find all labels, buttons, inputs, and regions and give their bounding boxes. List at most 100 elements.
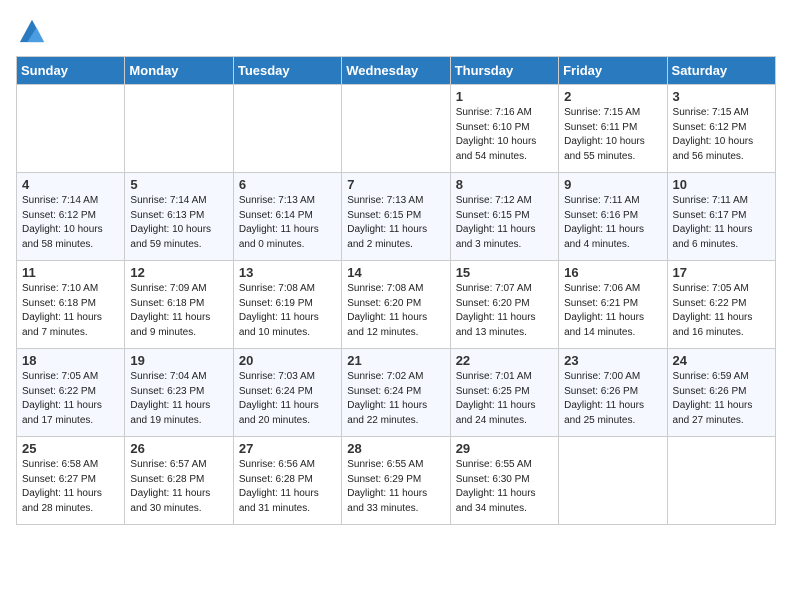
calendar-cell	[667, 437, 775, 525]
calendar-week-3: 11 Sunrise: 7:10 AMSunset: 6:18 PMDayligh…	[17, 261, 776, 349]
day-info: Sunrise: 6:58 AMSunset: 6:27 PMDaylight:…	[22, 458, 119, 516]
calendar-cell: 24 Sunrise: 6:59 AMSunset: 6:26 PMDayligh…	[667, 349, 775, 437]
calendar-table: SundayMondayTuesdayWednesdayThursdayFrid…	[16, 56, 776, 525]
day-info: Sunrise: 7:07 AMSunset: 6:20 PMDaylight:…	[456, 282, 553, 340]
day-number: 11	[22, 265, 119, 280]
calendar-cell: 10 Sunrise: 7:11 AMSunset: 6:17 PMDayligh…	[667, 173, 775, 261]
calendar-cell	[559, 437, 667, 525]
calendar-cell: 17 Sunrise: 7:05 AMSunset: 6:22 PMDayligh…	[667, 261, 775, 349]
day-info: Sunrise: 7:06 AMSunset: 6:21 PMDaylight:…	[564, 282, 661, 340]
calendar-header-sunday: Sunday	[17, 57, 125, 85]
day-info: Sunrise: 7:01 AMSunset: 6:25 PMDaylight:…	[456, 370, 553, 428]
calendar-cell: 18 Sunrise: 7:05 AMSunset: 6:22 PMDayligh…	[17, 349, 125, 437]
day-number: 5	[130, 177, 227, 192]
calendar-cell: 13 Sunrise: 7:08 AMSunset: 6:19 PMDayligh…	[233, 261, 341, 349]
day-number: 21	[347, 353, 444, 368]
calendar-week-5: 25 Sunrise: 6:58 AMSunset: 6:27 PMDayligh…	[17, 437, 776, 525]
calendar-cell: 21Sunrise: 7:02 AMSunset: 6:24 PMDayligh…	[342, 349, 450, 437]
day-info: Sunrise: 7:12 AMSunset: 6:15 PMDaylight:…	[456, 194, 553, 252]
day-number: 18	[22, 353, 119, 368]
day-info: Sunrise: 7:05 AMSunset: 6:22 PMDaylight:…	[673, 282, 770, 340]
calendar-cell: 8 Sunrise: 7:12 AMSunset: 6:15 PMDaylight…	[450, 173, 558, 261]
calendar-header-row: SundayMondayTuesdayWednesdayThursdayFrid…	[17, 57, 776, 85]
day-info: Sunrise: 7:00 AMSunset: 6:26 PMDaylight:…	[564, 370, 661, 428]
calendar-cell: 9Sunrise: 7:11 AMSunset: 6:16 PMDaylight…	[559, 173, 667, 261]
day-number: 16	[564, 265, 661, 280]
day-info: Sunrise: 7:13 AMSunset: 6:14 PMDaylight:…	[239, 194, 336, 252]
day-number: 7	[347, 177, 444, 192]
day-number: 3	[673, 89, 770, 104]
day-info: Sunrise: 7:09 AMSunset: 6:18 PMDaylight:…	[130, 282, 227, 340]
calendar-cell: 11 Sunrise: 7:10 AMSunset: 6:18 PMDayligh…	[17, 261, 125, 349]
calendar-cell: 2 Sunrise: 7:15 AMSunset: 6:11 PMDaylight…	[559, 85, 667, 173]
day-number: 29	[456, 441, 553, 456]
calendar-cell	[342, 85, 450, 173]
day-info: Sunrise: 7:14 AMSunset: 6:12 PMDaylight:…	[22, 194, 119, 252]
day-number: 6	[239, 177, 336, 192]
calendar-cell	[233, 85, 341, 173]
day-number: 13	[239, 265, 336, 280]
day-info: Sunrise: 7:14 AMSunset: 6:13 PMDaylight:…	[130, 194, 227, 252]
day-number: 24	[673, 353, 770, 368]
calendar-header-thursday: Thursday	[450, 57, 558, 85]
day-info: Sunrise: 7:08 AMSunset: 6:20 PMDaylight:…	[347, 282, 444, 340]
day-info: Sunrise: 6:56 AMSunset: 6:28 PMDaylight:…	[239, 458, 336, 516]
day-number: 22	[456, 353, 553, 368]
calendar-cell	[17, 85, 125, 173]
calendar-header-wednesday: Wednesday	[342, 57, 450, 85]
calendar-header-friday: Friday	[559, 57, 667, 85]
day-info: Sunrise: 7:10 AMSunset: 6:18 PMDaylight:…	[22, 282, 119, 340]
day-number: 19	[130, 353, 227, 368]
page-header	[16, 16, 776, 44]
day-info: Sunrise: 7:11 AMSunset: 6:17 PMDaylight:…	[673, 194, 770, 252]
day-number: 14	[347, 265, 444, 280]
day-number: 2	[564, 89, 661, 104]
calendar-cell: 7 Sunrise: 7:13 AMSunset: 6:15 PMDaylight…	[342, 173, 450, 261]
day-info: Sunrise: 6:59 AMSunset: 6:26 PMDaylight:…	[673, 370, 770, 428]
day-info: Sunrise: 7:15 AMSunset: 6:11 PMDaylight:…	[564, 106, 661, 164]
day-number: 25	[22, 441, 119, 456]
calendar-week-1: 1Sunrise: 7:16 AMSunset: 6:10 PMDaylight…	[17, 85, 776, 173]
day-info: Sunrise: 7:15 AMSunset: 6:12 PMDaylight:…	[673, 106, 770, 164]
day-info: Sunrise: 7:11 AMSunset: 6:16 PMDaylight:…	[564, 194, 661, 252]
day-info: Sunrise: 7:13 AMSunset: 6:15 PMDaylight:…	[347, 194, 444, 252]
calendar-cell: 4 Sunrise: 7:14 AMSunset: 6:12 PMDaylight…	[17, 173, 125, 261]
calendar-cell: 14 Sunrise: 7:08 AMSunset: 6:20 PMDayligh…	[342, 261, 450, 349]
calendar-cell: 20Sunrise: 7:03 AMSunset: 6:24 PMDayligh…	[233, 349, 341, 437]
day-number: 17	[673, 265, 770, 280]
day-number: 28	[347, 441, 444, 456]
day-info: Sunrise: 7:03 AMSunset: 6:24 PMDaylight:…	[239, 370, 336, 428]
calendar-cell: 12 Sunrise: 7:09 AMSunset: 6:18 PMDayligh…	[125, 261, 233, 349]
calendar-header-tuesday: Tuesday	[233, 57, 341, 85]
day-number: 12	[130, 265, 227, 280]
calendar-cell: 25 Sunrise: 6:58 AMSunset: 6:27 PMDayligh…	[17, 437, 125, 525]
calendar-cell: 27 Sunrise: 6:56 AMSunset: 6:28 PMDayligh…	[233, 437, 341, 525]
calendar-cell: 6 Sunrise: 7:13 AMSunset: 6:14 PMDaylight…	[233, 173, 341, 261]
day-info: Sunrise: 7:05 AMSunset: 6:22 PMDaylight:…	[22, 370, 119, 428]
calendar-cell: 23 Sunrise: 7:00 AMSunset: 6:26 PMDayligh…	[559, 349, 667, 437]
calendar-cell: 22 Sunrise: 7:01 AMSunset: 6:25 PMDayligh…	[450, 349, 558, 437]
calendar-cell: 29 Sunrise: 6:55 AMSunset: 6:30 PMDayligh…	[450, 437, 558, 525]
day-number: 27	[239, 441, 336, 456]
day-info: Sunrise: 6:55 AMSunset: 6:29 PMDaylight:…	[347, 458, 444, 516]
calendar-header-monday: Monday	[125, 57, 233, 85]
day-number: 8	[456, 177, 553, 192]
logo-icon	[18, 16, 46, 44]
calendar-cell: 15 Sunrise: 7:07 AMSunset: 6:20 PMDayligh…	[450, 261, 558, 349]
day-info: Sunrise: 7:16 AMSunset: 6:10 PMDaylight:…	[456, 106, 553, 164]
calendar-cell: 16 Sunrise: 7:06 AMSunset: 6:21 PMDayligh…	[559, 261, 667, 349]
day-number: 23	[564, 353, 661, 368]
day-info: Sunrise: 6:57 AMSunset: 6:28 PMDaylight:…	[130, 458, 227, 516]
calendar-cell: 3 Sunrise: 7:15 AMSunset: 6:12 PMDaylight…	[667, 85, 775, 173]
calendar-cell: 5 Sunrise: 7:14 AMSunset: 6:13 PMDaylight…	[125, 173, 233, 261]
day-number: 10	[673, 177, 770, 192]
day-info: Sunrise: 7:08 AMSunset: 6:19 PMDaylight:…	[239, 282, 336, 340]
calendar-cell: 26Sunrise: 6:57 AMSunset: 6:28 PMDayligh…	[125, 437, 233, 525]
day-info: Sunrise: 7:04 AMSunset: 6:23 PMDaylight:…	[130, 370, 227, 428]
calendar-week-4: 18 Sunrise: 7:05 AMSunset: 6:22 PMDayligh…	[17, 349, 776, 437]
day-number: 4	[22, 177, 119, 192]
day-number: 15	[456, 265, 553, 280]
day-info: Sunrise: 6:55 AMSunset: 6:30 PMDaylight:…	[456, 458, 553, 516]
calendar-cell	[125, 85, 233, 173]
calendar-cell: 1Sunrise: 7:16 AMSunset: 6:10 PMDaylight…	[450, 85, 558, 173]
